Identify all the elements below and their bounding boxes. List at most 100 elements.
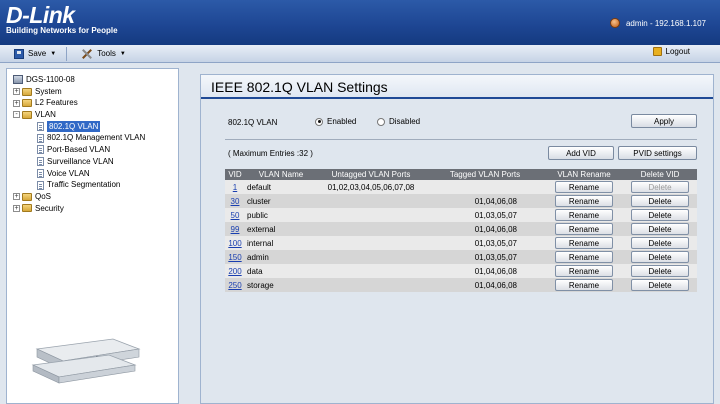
table-row: 1 default 01,02,03,04,05,06,07,08 Rename Del… <box>225 180 697 194</box>
delete-button[interactable]: Delete <box>631 237 689 249</box>
vlan-disabled-radio[interactable]: Disabled <box>377 117 420 126</box>
vid-cell: 50 <box>225 208 245 222</box>
vlan-name-cell: data <box>245 264 317 278</box>
vid-link[interactable]: 200 <box>228 267 241 276</box>
vlan-table: VID VLAN Name Untagged VLAN Ports Tagged… <box>225 169 697 292</box>
rename-button[interactable]: Rename <box>555 195 613 207</box>
vid-link[interactable]: 99 <box>231 225 240 234</box>
delete-button[interactable]: Delete <box>631 223 689 235</box>
rename-button[interactable]: Rename <box>555 279 613 291</box>
expand-icon[interactable]: + <box>13 99 20 107</box>
delete-button[interactable]: Delete <box>631 209 689 221</box>
expand-icon[interactable]: + <box>13 88 20 96</box>
navigation-tree: DGS-1100-08 + System + L2 Features - VLAN 802.… <box>13 74 145 214</box>
tree-item-label: QoS <box>35 191 52 201</box>
vid-link[interactable]: 150 <box>228 253 241 262</box>
vid-cell: 150 <box>225 250 245 264</box>
vlan-state-label: 802.1Q VLAN <box>228 118 278 127</box>
page-icon <box>37 145 44 155</box>
tree-root[interactable]: DGS-1100-08 <box>13 74 145 86</box>
tree-item-voice-vlan[interactable]: Voice VLAN <box>13 168 145 180</box>
tree-item-802-1q-management-vlan[interactable]: 802.1Q Management VLAN <box>13 132 145 144</box>
column-header-delete-vid: Delete VID <box>623 169 697 180</box>
delete-cell: Delete <box>623 194 697 208</box>
vid-link[interactable]: 100 <box>228 239 241 248</box>
delete-button[interactable]: Delete <box>631 279 689 291</box>
dlink-logo: D-Link Building Networks for People <box>6 3 118 35</box>
max-entries-text: ( Maximum Entries :32 ) <box>228 149 313 158</box>
main-panel: IEEE 802.1Q VLAN Settings 802.1Q VLAN En… <box>200 74 714 404</box>
tree-item-port-based-vlan[interactable]: Port-Based VLAN <box>13 144 145 156</box>
tree-item-label: L2 Features <box>35 98 78 108</box>
untagged-ports-cell: 01,02,03,04,05,06,07,08 <box>317 180 425 194</box>
tree-item-label: 802.1Q VLAN <box>47 120 101 133</box>
switch-device-icon <box>13 75 23 85</box>
table-row: 50 public 01,03,05,07 Rename Delete <box>225 208 697 222</box>
rename-cell: Rename <box>545 250 623 264</box>
tree-item-vlan[interactable]: - VLAN <box>13 109 145 121</box>
tree-item-label: System <box>35 86 62 96</box>
delete-button[interactable]: Delete <box>631 251 689 263</box>
user-icon <box>609 18 620 28</box>
tagged-ports-cell: 01,04,06,08 <box>425 222 545 236</box>
delete-cell: Delete <box>623 250 697 264</box>
delete-cell: Delete <box>623 180 697 194</box>
collapse-icon[interactable]: - <box>13 111 20 119</box>
rename-button[interactable]: Rename <box>555 237 613 249</box>
apply-button[interactable]: Apply <box>631 114 697 128</box>
tools-icon <box>81 48 93 60</box>
vid-cell: 99 <box>225 222 245 236</box>
column-header-vid: VID <box>225 169 245 180</box>
tree-item-qos[interactable]: + QoS <box>13 191 145 203</box>
radio-unselected-icon <box>377 117 385 126</box>
vid-link[interactable]: 250 <box>228 281 241 290</box>
tagged-ports-cell <box>425 180 545 194</box>
logout-button[interactable]: Logout <box>652 47 690 56</box>
vid-link[interactable]: 50 <box>231 211 240 220</box>
radio-selected-icon <box>315 117 323 126</box>
rename-button[interactable]: Rename <box>555 251 613 263</box>
table-header-row: VID VLAN Name Untagged VLAN Ports Tagged… <box>225 169 697 180</box>
untagged-ports-cell <box>317 222 425 236</box>
column-header-vlan-name: VLAN Name <box>245 169 317 180</box>
delete-button[interactable]: Delete <box>631 265 689 277</box>
tree-item-security[interactable]: + Security <box>13 203 145 215</box>
page-icon <box>37 157 44 167</box>
rename-cell: Rename <box>545 180 623 194</box>
table-row: 99 external 01,04,06,08 Rename Delete <box>225 222 697 236</box>
section-divider <box>225 139 697 140</box>
vlan-enabled-radio[interactable]: Enabled <box>315 117 356 126</box>
pvid-settings-button[interactable]: PVID settings <box>618 146 697 160</box>
rename-button[interactable]: Rename <box>555 181 613 193</box>
folder-icon <box>22 110 32 119</box>
delete-cell: Delete <box>623 222 697 236</box>
rename-button[interactable]: Rename <box>555 223 613 235</box>
expand-icon[interactable]: + <box>13 204 20 212</box>
rename-button[interactable]: Rename <box>555 265 613 277</box>
rename-button[interactable]: Rename <box>555 209 613 221</box>
delete-button[interactable]: Delete <box>631 195 689 207</box>
tree-item-traffic-segmentation[interactable]: Traffic Segmentation <box>13 179 145 191</box>
tree-item-802-1q-vlan[interactable]: 802.1Q VLAN <box>13 120 145 133</box>
save-menu[interactable]: Save ▼ <box>14 48 56 59</box>
vid-link[interactable]: 1 <box>233 183 237 192</box>
navigation-panel: DGS-1100-08 + System + L2 Features - VLAN 802.… <box>6 68 179 404</box>
add-vid-button[interactable]: Add VID <box>548 146 614 160</box>
page-icon <box>37 122 44 132</box>
delete-cell: Delete <box>623 236 697 250</box>
tree-item-l2-features[interactable]: + L2 Features <box>13 97 145 109</box>
rename-cell: Rename <box>545 264 623 278</box>
tree-item-surveillance-vlan[interactable]: Surveillance VLAN <box>13 156 145 168</box>
tree-root-label: DGS-1100-08 <box>26 75 75 84</box>
tools-menu[interactable]: Tools ▼ <box>81 48 126 60</box>
user-info-text: admin - 192.168.1.107 <box>625 18 706 28</box>
vid-link[interactable]: 30 <box>231 197 240 206</box>
tree-item-label: Surveillance VLAN <box>47 156 114 166</box>
delete-cell: Delete <box>623 264 697 278</box>
rename-cell: Rename <box>545 208 623 222</box>
tree-item-label: Traffic Segmentation <box>47 180 121 190</box>
tree-item-label: Security <box>35 203 64 213</box>
expand-icon[interactable]: + <box>13 193 20 201</box>
tree-item-system[interactable]: + System <box>13 86 145 98</box>
untagged-ports-cell <box>317 278 425 292</box>
